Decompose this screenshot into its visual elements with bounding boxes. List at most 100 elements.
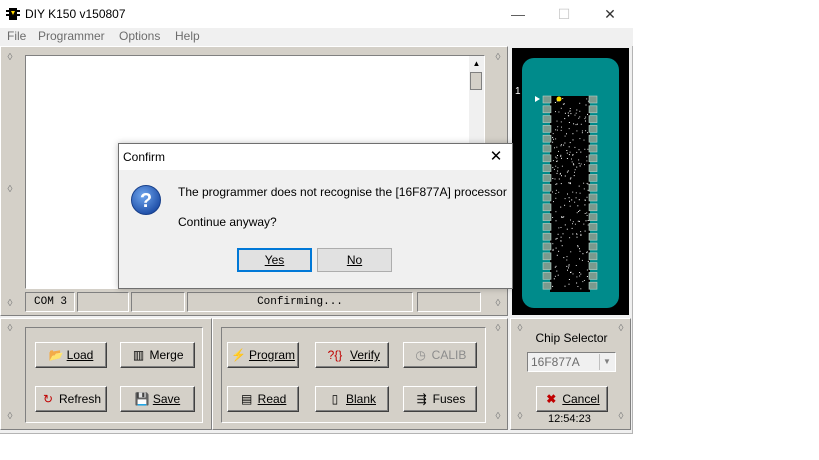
- chip-texture: [553, 201, 554, 203]
- cancel-button[interactable]: ✖ Cancel: [536, 386, 608, 412]
- chip-texture: [555, 265, 557, 267]
- chip-texture: [561, 175, 562, 177]
- chip-texture: [578, 211, 580, 212]
- zif-socket-graphic: [535, 95, 598, 292]
- splitter-handle-icon[interactable]: ◊: [4, 298, 16, 310]
- chip-texture: [574, 114, 576, 116]
- scroll-thumb[interactable]: [470, 72, 482, 90]
- chevron-down-icon[interactable]: ▼: [599, 354, 614, 370]
- verify-button[interactable]: ?{} Verify: [315, 342, 389, 368]
- splitter-handle-icon[interactable]: ◊: [4, 411, 16, 423]
- chip-texture: [569, 183, 571, 185]
- menu-file[interactable]: File: [7, 28, 26, 44]
- calib-button[interactable]: ◷ CALIB: [403, 342, 477, 368]
- splitter-handle-icon[interactable]: ◊: [492, 52, 504, 64]
- splitter-handle-icon[interactable]: ◊: [514, 411, 526, 423]
- splitter-handle-icon[interactable]: ◊: [4, 184, 16, 196]
- menu-options[interactable]: Options: [119, 28, 160, 44]
- confirm-dialog: Confirm ✕ ? The programmer does not reco…: [118, 143, 513, 289]
- load-button[interactable]: 📂 Load: [35, 342, 107, 368]
- chip-texture: [574, 201, 576, 203]
- socket-pin: [588, 232, 598, 241]
- socket-pin: [588, 223, 598, 231]
- chip-texture: [581, 259, 583, 261]
- chip-texture: [552, 243, 554, 245]
- no-button[interactable]: No: [317, 248, 392, 272]
- chip-texture: [579, 272, 581, 273]
- chip-texture: [577, 286, 579, 287]
- chip-texture: [587, 260, 589, 262]
- refresh-button[interactable]: ↻ Refresh: [35, 386, 107, 412]
- chip-texture: [566, 259, 568, 261]
- chip-texture: [566, 228, 568, 230]
- minimize-button[interactable]: —: [495, 0, 541, 28]
- chip-texture: [561, 157, 562, 159]
- chip-texture: [557, 155, 558, 156]
- merge-button[interactable]: ▥ Merge: [120, 342, 195, 368]
- chip-texture: [556, 146, 558, 148]
- splitter-handle-icon[interactable]: ◊: [615, 411, 627, 423]
- chip-texture: [552, 133, 554, 135]
- read-button[interactable]: ▤ Read: [227, 386, 299, 412]
- chip-texture: [558, 111, 560, 113]
- chip-texture: [571, 161, 573, 163]
- socket-pin: [588, 281, 598, 290]
- chip-texture: [584, 164, 585, 166]
- splitter-handle-icon[interactable]: ◊: [4, 52, 16, 64]
- socket-pin: [588, 193, 598, 202]
- dialog-close-button[interactable]: ✕: [484, 147, 508, 167]
- socket-pin: [542, 134, 552, 143]
- chip-texture: [583, 139, 585, 141]
- chip-texture: [552, 250, 554, 251]
- chip-texture: [578, 162, 580, 164]
- maximize-button[interactable]: ☐: [541, 0, 587, 28]
- chip-texture: [567, 193, 568, 195]
- menu-programmer[interactable]: Programmer: [38, 28, 105, 44]
- chip-texture: [574, 171, 575, 173]
- blank-button[interactable]: ▯ Blank: [315, 386, 389, 412]
- chip-texture: [560, 240, 562, 242]
- chip-texture: [560, 129, 562, 131]
- chip-texture: [579, 138, 581, 140]
- chip-texture: [558, 150, 559, 152]
- chip-texture: [558, 178, 560, 180]
- chip-texture: [579, 116, 581, 118]
- scroll-up-icon[interactable]: ▲: [469, 56, 484, 71]
- port-status: COM 3: [25, 292, 75, 312]
- socket-pin: [588, 272, 598, 280]
- chip-texture: [585, 220, 587, 222]
- chip-texture: [556, 270, 558, 272]
- chip-texture: [567, 269, 568, 271]
- socket-pin: [542, 164, 552, 172]
- chip-texture: [557, 126, 559, 128]
- yes-button[interactable]: Yes: [237, 248, 312, 272]
- status-cell-empty: [77, 292, 129, 312]
- chip-texture: [554, 275, 556, 277]
- splitter-handle-icon[interactable]: ◊: [492, 298, 504, 310]
- fuses-button[interactable]: ⇶ Fuses: [403, 386, 477, 412]
- chip-select-dropdown[interactable]: 16F877A ▼: [527, 352, 616, 372]
- chip-texture: [574, 169, 576, 171]
- chip-texture: [587, 183, 589, 185]
- chip-selector-panel: ◊ ◊ ◊ ◊ Chip Selector 16F877A ▼ ✖ Cancel …: [510, 318, 631, 430]
- save-button[interactable]: 💾 Save: [120, 386, 195, 412]
- chip-texture: [553, 138, 554, 140]
- menu-help[interactable]: Help: [175, 28, 200, 44]
- chip-texture: [580, 234, 582, 236]
- splitter-handle-icon[interactable]: ◊: [492, 411, 504, 423]
- chip-texture: [556, 157, 558, 159]
- status-message: Confirming...: [187, 292, 413, 312]
- splitter-handle-icon[interactable]: ◊: [4, 323, 16, 335]
- chip-texture: [569, 108, 571, 109]
- chip-texture: [557, 233, 559, 235]
- chip-texture: [572, 191, 574, 193]
- chip-texture: [562, 216, 564, 218]
- splitter-handle-icon[interactable]: ◊: [492, 323, 504, 335]
- program-button[interactable]: ⚡ Program: [227, 342, 299, 368]
- chip-texture: [576, 109, 578, 111]
- chip-texture: [580, 233, 582, 235]
- close-button[interactable]: ✕: [587, 0, 633, 28]
- chip-texture: [586, 215, 588, 216]
- chip-texture: [555, 111, 556, 113]
- chip-texture: [568, 154, 570, 156]
